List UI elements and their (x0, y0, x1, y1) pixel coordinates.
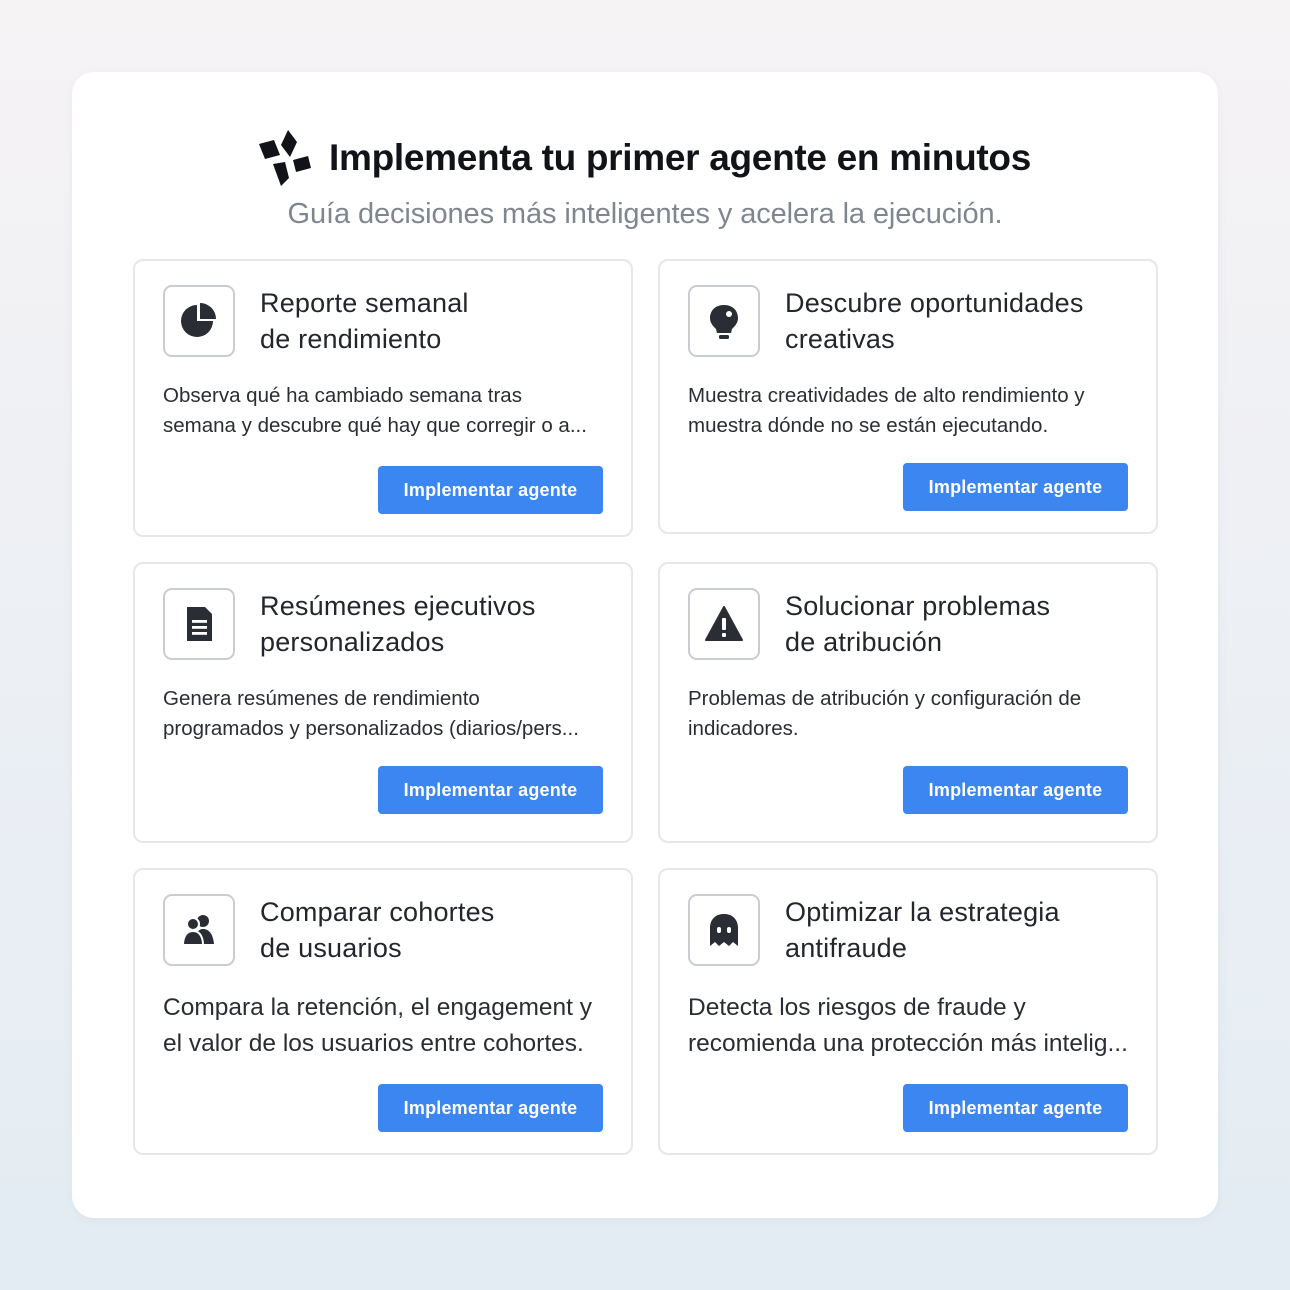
implement-agent-button[interactable]: Implementar agente (378, 766, 603, 814)
card-title: Solucionar problemas de atribución (785, 591, 1051, 657)
page-title: Implementa tu primer agente en minutos (328, 137, 1031, 178)
implement-agent-button[interactable]: Implementar agente (378, 1084, 603, 1132)
warning-triangle-icon (705, 606, 743, 641)
implement-agent-button[interactable]: Implementar agente (903, 1084, 1128, 1132)
card-title: Comparar cohortes de usuarios (260, 897, 495, 963)
card-title: Descubre oportunidades creativas (785, 288, 1084, 354)
card-icon-frame (163, 285, 235, 357)
card-description: Observa qué ha cambiado semana tras sema… (163, 384, 587, 437)
title-row: Implementa tu primer agente en minutos (258, 128, 1031, 188)
agent-card-antifraud: Optimizar la estrategia antifraude Detec… (658, 868, 1158, 1155)
card-description: Problemas de atribución y configuración … (688, 687, 1082, 740)
card-icon-frame (163, 894, 235, 966)
users-icon (181, 915, 214, 946)
card-description: Detecta los riesgos de fraude y recomien… (688, 994, 1128, 1057)
implement-agent-button[interactable]: Implementar agente (903, 766, 1128, 814)
document-icon (187, 607, 212, 641)
agent-card-creative-opportunities: Descubre oportunidades creativas Muestra… (658, 259, 1158, 534)
pie-chart-icon (181, 303, 216, 337)
card-description: Genera resúmenes de rendimiento programa… (163, 687, 579, 740)
card-title: Optimizar la estrategia antifraude (785, 897, 1060, 963)
implement-agent-button[interactable]: Implementar agente (378, 466, 603, 514)
card-icon-frame (688, 894, 760, 966)
agent-card-executive-summaries: Resúmenes ejecutivos personalizados Gene… (133, 562, 633, 843)
sparkle-diamonds-icon (258, 130, 311, 186)
ghost-icon (710, 914, 738, 946)
card-icon-frame (688, 588, 760, 660)
card-description: Compara la retención, el engagement y el… (163, 994, 593, 1057)
page-header: Implementa tu primer agente en minutos G… (0, 128, 1290, 231)
card-icon-frame (688, 285, 760, 357)
agent-card-attribution-issues: Solucionar problemas de atribución Probl… (658, 562, 1158, 843)
card-description: Muestra creatividades de alto rendimient… (688, 384, 1085, 437)
page-subtitle: Guía decisiones más inteligentes y acele… (287, 198, 1003, 230)
agent-card-weekly-report: Reporte semanal de rendimiento Observa q… (133, 259, 633, 537)
card-title: Reporte semanal de rendimiento (260, 288, 469, 354)
lightbulb-icon (710, 305, 738, 339)
card-icon-frame (163, 588, 235, 660)
implement-agent-button[interactable]: Implementar agente (903, 463, 1128, 511)
agent-card-user-cohorts: Comparar cohortes de usuarios Compara la… (133, 868, 633, 1155)
card-title: Resúmenes ejecutivos personalizados (260, 591, 536, 657)
